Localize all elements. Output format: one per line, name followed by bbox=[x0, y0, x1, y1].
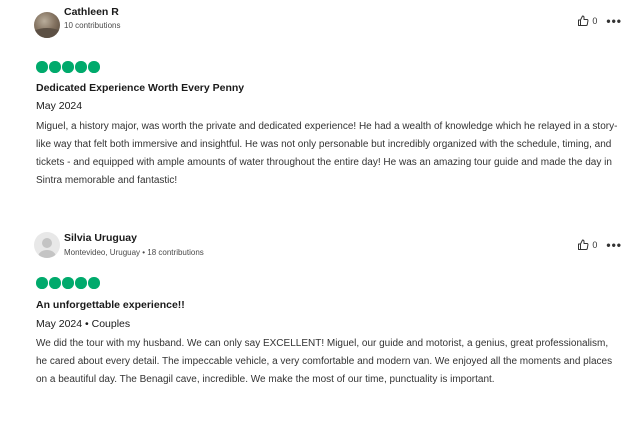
avatar[interactable] bbox=[34, 232, 60, 258]
reviewer-location-contributions: Montevideo, Uruguay • 18 contributions bbox=[64, 248, 204, 257]
helpful-vote-count: 0 bbox=[592, 240, 598, 250]
thumbs-up-icon bbox=[577, 239, 589, 251]
reviewer-name[interactable]: Cathleen R bbox=[64, 6, 119, 18]
review-text: We did the tour with my husband. We can … bbox=[36, 338, 613, 385]
helpful-vote-count: 0 bbox=[592, 16, 598, 26]
helpful-vote-button[interactable]: 0 bbox=[577, 15, 597, 27]
rating-bubble bbox=[36, 277, 48, 289]
review-actions: 0 ••• bbox=[577, 14, 622, 28]
reviewer-contributions: 10 contributions bbox=[64, 21, 121, 30]
review-date: May 2024 bbox=[36, 100, 83, 112]
rating-bubble bbox=[49, 61, 61, 73]
rating-bubble bbox=[62, 277, 74, 289]
bubble-rating bbox=[36, 61, 101, 73]
reviewer-info: Silvia Uruguay Montevideo, Uruguay • 18 … bbox=[34, 232, 622, 264]
review-title[interactable]: An unforgettable experience!! bbox=[36, 299, 185, 311]
rating-bubble bbox=[88, 277, 100, 289]
thumbs-up-icon bbox=[577, 15, 589, 27]
rating-bubble bbox=[62, 61, 74, 73]
rating-bubble bbox=[49, 277, 61, 289]
avatar[interactable] bbox=[34, 12, 60, 38]
more-options-icon[interactable]: ••• bbox=[606, 15, 622, 27]
review-actions: 0 ••• bbox=[577, 238, 622, 252]
rating-bubble bbox=[36, 61, 48, 73]
helpful-vote-button[interactable]: 0 bbox=[577, 239, 597, 251]
review-text: Miguel, a history major, was worth the p… bbox=[36, 121, 618, 186]
more-options-icon[interactable]: ••• bbox=[606, 239, 622, 251]
rating-bubble bbox=[75, 277, 87, 289]
review-title[interactable]: Dedicated Experience Worth Every Penny bbox=[36, 82, 244, 94]
rating-bubble bbox=[88, 61, 100, 73]
review-date: May 2024 • Couples bbox=[36, 318, 131, 330]
rating-bubble bbox=[75, 61, 87, 73]
reviewer-name[interactable]: Silvia Uruguay bbox=[64, 232, 137, 244]
reviewer-info: Cathleen R 10 contributions bbox=[34, 6, 622, 44]
bubble-rating bbox=[36, 277, 101, 289]
